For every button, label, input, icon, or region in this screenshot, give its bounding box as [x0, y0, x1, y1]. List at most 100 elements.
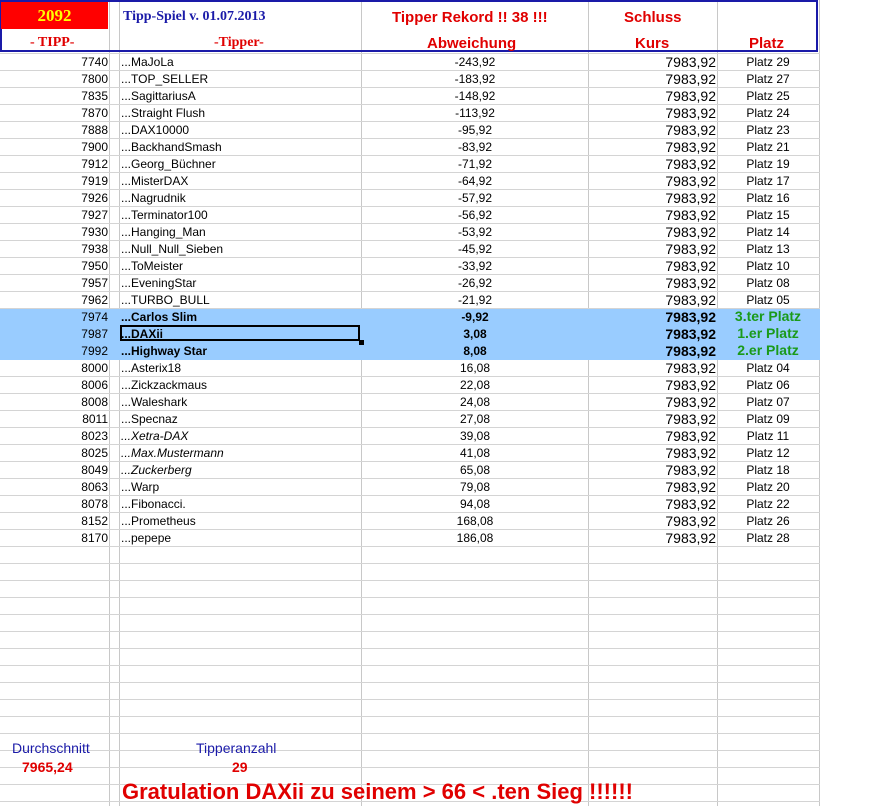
platz-cell[interactable]: Platz 25 — [718, 89, 818, 103]
tipper-cell[interactable]: ...TURBO_BULL — [121, 293, 210, 307]
tipp-cell[interactable]: 7870 — [0, 106, 108, 120]
table-row[interactable]: 8025 ...Max.Mustermann 41,08 7983,92 Platz 1… — [0, 445, 820, 462]
tipp-cell[interactable]: 8078 — [0, 497, 108, 511]
col-header-tipper[interactable]: -Tipper- — [214, 35, 264, 51]
abweichung-cell[interactable]: -26,92 — [362, 276, 588, 290]
tipp-cell[interactable]: 7800 — [0, 72, 108, 86]
tipper-cell[interactable]: ...Zickzackmaus — [121, 378, 207, 392]
kurs-cell[interactable]: 7983,92 — [588, 207, 716, 223]
kurs-cell[interactable]: 7983,92 — [588, 292, 716, 308]
abweichung-cell[interactable]: -64,92 — [362, 174, 588, 188]
kurs-cell[interactable]: 7983,92 — [588, 326, 716, 342]
tipper-cell[interactable]: ...Waleshark — [121, 395, 187, 409]
tipp-cell[interactable]: 8011 — [0, 412, 108, 426]
platz-cell[interactable]: Platz 21 — [718, 140, 818, 154]
kurs-cell[interactable]: 7983,92 — [588, 190, 716, 206]
abweichung-cell[interactable]: -243,92 — [362, 55, 588, 69]
abweichung-cell[interactable]: -21,92 — [362, 293, 588, 307]
platz-cell[interactable]: Platz 09 — [718, 412, 818, 426]
platz-cell[interactable]: 2.er Platz — [718, 342, 818, 358]
kurs-cell[interactable]: 7983,92 — [588, 530, 716, 546]
table-row[interactable]: 7927 ...Terminator100 -56,92 7983,92 Platz 1… — [0, 207, 820, 224]
tipp-badge[interactable]: 2092 — [1, 2, 108, 29]
abweichung-cell[interactable]: 22,08 — [362, 378, 588, 392]
durchschnitt-value[interactable]: 7965,24 — [22, 759, 73, 775]
tipper-cell[interactable]: ...Prometheus — [121, 514, 196, 528]
table-row[interactable]: 8011 ...Specnaz 27,08 7983,92 Platz 09 — [0, 411, 820, 428]
table-row[interactable]: 7912 ...Georg_Büchner -71,92 7983,92 Platz 1… — [0, 156, 820, 173]
abweichung-cell[interactable]: -45,92 — [362, 242, 588, 256]
col-header-kurs[interactable]: Kurs — [635, 35, 669, 52]
tipp-cell[interactable]: 8006 — [0, 378, 108, 392]
abweichung-cell[interactable]: 186,08 — [362, 531, 588, 545]
abweichung-cell[interactable]: -148,92 — [362, 89, 588, 103]
platz-cell[interactable]: Platz 24 — [718, 106, 818, 120]
kurs-cell[interactable]: 7983,92 — [588, 411, 716, 427]
tipper-cell[interactable]: ...Hanging_Man — [121, 225, 206, 239]
tipper-cell[interactable]: ...Fibonacci. — [121, 497, 186, 511]
abweichung-cell[interactable]: 16,08 — [362, 361, 588, 375]
table-row[interactable]: 7888 ...DAX10000 -95,92 7983,92 Platz 23 — [0, 122, 820, 139]
tipp-cell[interactable]: 8049 — [0, 463, 108, 477]
tipper-cell[interactable]: ...BackhandSmash — [121, 140, 222, 154]
kurs-cell[interactable]: 7983,92 — [588, 309, 716, 325]
tipp-cell[interactable]: 7740 — [0, 55, 108, 69]
table-row[interactable]: 8006 ...Zickzackmaus 22,08 7983,92 Platz 06 — [0, 377, 820, 394]
tipperanzahl-label[interactable]: Tipperanzahl — [196, 740, 276, 756]
kurs-cell[interactable]: 7983,92 — [588, 71, 716, 87]
tipper-cell[interactable]: ...MaJoLa — [121, 55, 174, 69]
platz-cell[interactable]: Platz 07 — [718, 395, 818, 409]
tipp-cell[interactable]: 8170 — [0, 531, 108, 545]
tipp-cell[interactable]: 7919 — [0, 174, 108, 188]
kurs-cell[interactable]: 7983,92 — [588, 428, 716, 444]
platz-cell[interactable]: Platz 04 — [718, 361, 818, 375]
tipper-cell[interactable]: ...Warp — [121, 480, 159, 494]
kurs-cell[interactable]: 7983,92 — [588, 479, 716, 495]
table-row[interactable]: 8008 ...Waleshark 24,08 7983,92 Platz 07 — [0, 394, 820, 411]
kurs-cell[interactable]: 7983,92 — [588, 360, 716, 376]
table-row[interactable]: 8078 ...Fibonacci. 94,08 7983,92 Platz 22 — [0, 496, 820, 513]
tipp-cell[interactable]: 7912 — [0, 157, 108, 171]
table-row[interactable]: 7938 ...Null_Null_Sieben -45,92 7983,92 Plat… — [0, 241, 820, 258]
abweichung-cell[interactable]: -9,92 — [362, 310, 588, 324]
tipp-cell[interactable]: 7992 — [0, 344, 108, 358]
tipper-cell[interactable]: ...Highway Star — [121, 344, 207, 358]
tipper-cell[interactable]: ...EveningStar — [121, 276, 196, 290]
abweichung-cell[interactable]: 79,08 — [362, 480, 588, 494]
abweichung-cell[interactable]: -183,92 — [362, 72, 588, 86]
col-header-tipp[interactable]: - TIPP- — [30, 35, 74, 51]
gratulation-banner[interactable]: Gratulation DAXii zu seinem > 66 < .ten … — [122, 779, 633, 805]
table-row[interactable]: 7740 ...MaJoLa -243,92 7983,92 Platz 29 — [0, 54, 820, 71]
kurs-cell[interactable]: 7983,92 — [588, 343, 716, 359]
fill-handle[interactable] — [359, 340, 364, 345]
tipper-cell[interactable]: ...DAX10000 — [121, 123, 189, 137]
tipp-cell[interactable]: 7987 — [0, 327, 108, 341]
tipper-cell[interactable]: ...pepepe — [121, 531, 171, 545]
tipp-cell[interactable]: 7957 — [0, 276, 108, 290]
rekord-label[interactable]: Tipper Rekord !! 38 !!! — [392, 9, 548, 26]
kurs-cell[interactable]: 7983,92 — [588, 88, 716, 104]
schluss-label[interactable]: Schluss — [624, 9, 682, 26]
tipp-cell[interactable]: 7888 — [0, 123, 108, 137]
abweichung-cell[interactable]: -83,92 — [362, 140, 588, 154]
abweichung-cell[interactable]: 8,08 — [362, 344, 588, 358]
tipp-cell[interactable]: 8152 — [0, 514, 108, 528]
platz-cell[interactable]: Platz 26 — [718, 514, 818, 528]
tipp-cell[interactable]: 7938 — [0, 242, 108, 256]
col-header-abweichung[interactable]: Abweichung — [427, 35, 516, 52]
tipp-cell[interactable]: 8063 — [0, 480, 108, 494]
table-row[interactable]: 7950 ...ToMeister -33,92 7983,92 Platz 10 — [0, 258, 820, 275]
platz-cell[interactable]: Platz 23 — [718, 123, 818, 137]
abweichung-cell[interactable]: -113,92 — [362, 106, 588, 120]
kurs-cell[interactable]: 7983,92 — [588, 496, 716, 512]
table-row[interactable]: 7957 ...EveningStar -26,92 7983,92 Platz 08 — [0, 275, 820, 292]
abweichung-cell[interactable]: 24,08 — [362, 395, 588, 409]
abweichung-cell[interactable]: -56,92 — [362, 208, 588, 222]
tipper-cell[interactable]: ...Carlos Slim — [121, 310, 197, 324]
platz-cell[interactable]: Platz 16 — [718, 191, 818, 205]
abweichung-cell[interactable]: 65,08 — [362, 463, 588, 477]
abweichung-cell[interactable]: -71,92 — [362, 157, 588, 171]
kurs-cell[interactable]: 7983,92 — [588, 224, 716, 240]
platz-cell[interactable]: Platz 20 — [718, 480, 818, 494]
abweichung-cell[interactable]: 39,08 — [362, 429, 588, 443]
